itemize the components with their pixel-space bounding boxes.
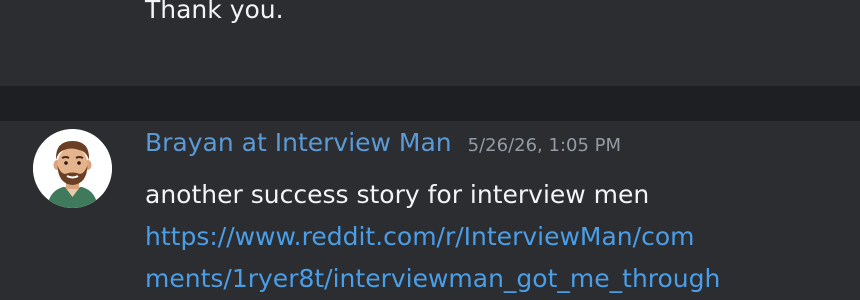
chat-message: Brayan at Interview Man 5/26/26, 1:05 PM… [0, 121, 860, 293]
message-text: another success story for interview men [145, 180, 650, 209]
message-link-continued[interactable]: ments/1ryer8t/interviewman_got_me_throug… [145, 258, 720, 300]
message-timestamp[interactable]: 5/26/26, 1:05 PM [468, 135, 621, 156]
bearded-man-avatar-icon [33, 129, 112, 208]
author-name[interactable]: Brayan at Interview Man [145, 128, 452, 157]
message-separator [0, 86, 860, 121]
avatar[interactable] [33, 129, 112, 208]
previous-message: Thank you. [0, 0, 860, 86]
message-header: Brayan at Interview Man 5/26/26, 1:05 PM [145, 128, 621, 157]
message-text: Thank you. [145, 0, 284, 24]
message-link[interactable]: https://www.reddit.com/r/InterviewMan/co… [145, 216, 694, 258]
